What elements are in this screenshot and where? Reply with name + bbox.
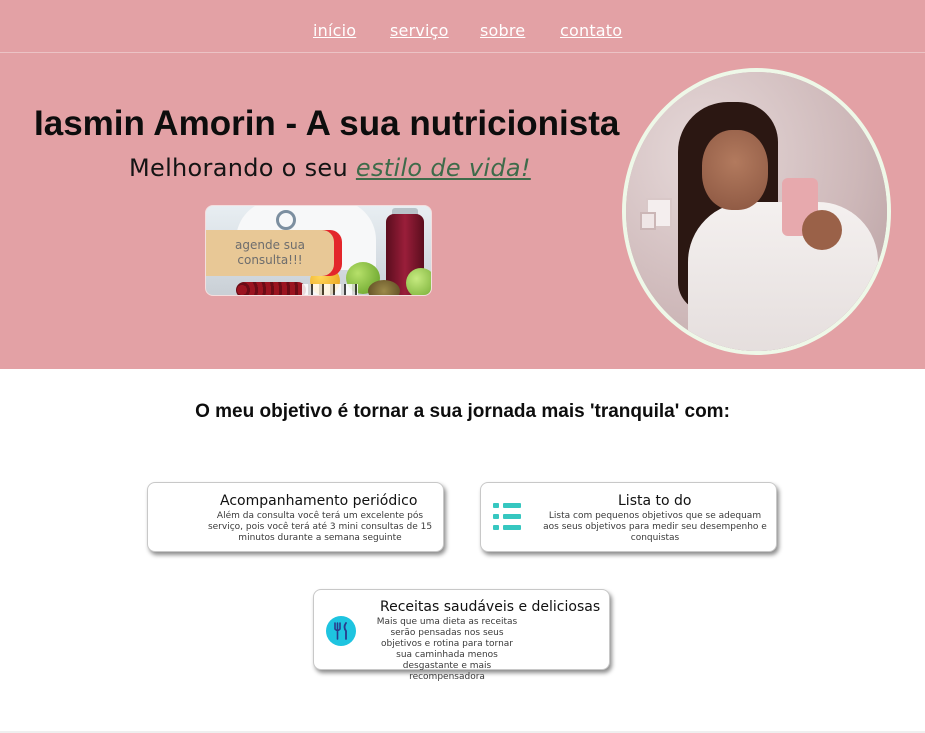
service-card-acompanhamento: Acompanhamento periódico Além da consult… (147, 482, 444, 552)
card-title: Receitas saudáveis e deliciosas (380, 599, 601, 615)
card-title: Lista to do (618, 493, 692, 509)
berries-illustration (236, 282, 306, 295)
hero-subtitle-prefix: Melhorando o seu (129, 154, 356, 182)
stethoscope-illustration (276, 210, 296, 230)
nav-link-contato[interactable]: contato (560, 21, 622, 40)
hero-section: início serviço sobre contato Iasmin Amor… (0, 0, 925, 369)
nav-link-servico[interactable]: serviço (390, 21, 449, 40)
photo-face (702, 130, 768, 210)
hero-subtitle-emphasis: estilo de vida! (355, 154, 531, 182)
cta-label: agende sua consulta!!! (235, 238, 305, 267)
fork-knife-icon (326, 616, 356, 646)
grapes-illustration (302, 284, 358, 295)
card-text: Além da consulta você terá um excelente … (207, 511, 433, 543)
profile-photo (622, 68, 891, 355)
cta-label-box: agende sua consulta!!! (206, 230, 334, 276)
hero-subtitle: Melhorando o seu estilo de vida! (129, 154, 531, 182)
service-card-lista: Lista to do Lista com pequenos objetivos… (480, 482, 777, 552)
card-text: Mais que uma dieta as receitas serão pen… (376, 617, 518, 682)
photo-hand (802, 210, 842, 250)
top-nav: início serviço sobre contato (0, 0, 925, 53)
card-title: Acompanhamento periódico (220, 493, 418, 509)
card-text: Lista com pequenos objetivos que se adeq… (543, 511, 767, 543)
section-title: O meu objetivo é tornar a sua jornada ma… (195, 401, 730, 422)
kiwi-illustration (368, 280, 400, 295)
page-title: Iasmin Amorin - A sua nutricionista (34, 104, 620, 143)
service-card-receitas: Receitas saudáveis e deliciosas Mais que… (313, 589, 610, 682)
wall-frame-small (640, 212, 656, 230)
schedule-consultation-button[interactable]: agende sua consulta!!! (205, 205, 432, 296)
green-apple-illustration (406, 268, 431, 295)
nav-link-sobre[interactable]: sobre (480, 21, 525, 40)
nav-link-inicio[interactable]: início (313, 21, 356, 40)
list-icon (493, 503, 523, 535)
